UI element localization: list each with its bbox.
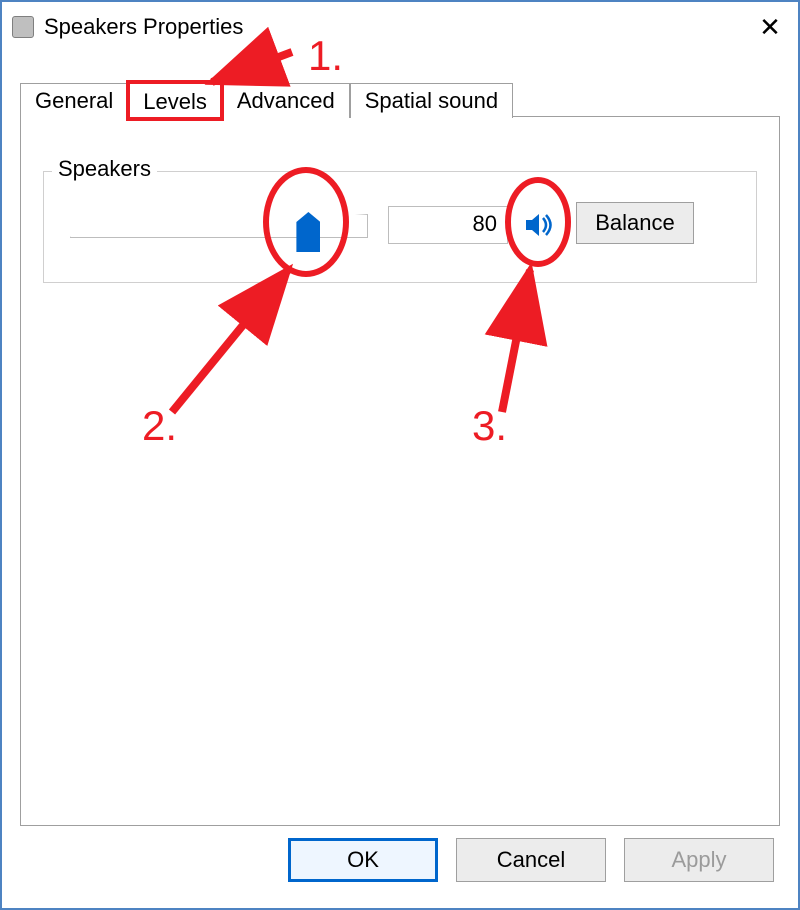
slider-track: [70, 214, 368, 238]
balance-button[interactable]: Balance: [576, 202, 694, 244]
tabstrip: General Levels Advanced Spatial sound: [20, 80, 513, 117]
close-icon: ✕: [759, 12, 781, 43]
volume-slider[interactable]: [70, 208, 368, 256]
dialog-button-row: OK Cancel Apply: [2, 838, 798, 894]
titlebar: Speakers Properties ✕: [2, 2, 798, 52]
window-title: Speakers Properties: [44, 14, 243, 40]
ok-button[interactable]: OK: [288, 838, 438, 882]
mute-toggle-button[interactable]: [522, 208, 556, 242]
volume-unmuted-icon: [524, 210, 554, 240]
close-button[interactable]: ✕: [750, 12, 790, 42]
cancel-button[interactable]: Cancel: [456, 838, 606, 882]
apply-button: Apply: [624, 838, 774, 882]
tab-panel: Speakers 80 Balance: [20, 116, 780, 826]
group-legend: Speakers: [52, 156, 157, 182]
speakers-properties-window: Speakers Properties ✕ General Levels Adv…: [0, 0, 800, 910]
tab-levels[interactable]: Levels: [128, 82, 222, 119]
speaker-icon: [12, 16, 34, 38]
tab-spatial-sound[interactable]: Spatial sound: [350, 83, 513, 118]
tab-general[interactable]: General: [20, 83, 128, 118]
tab-advanced[interactable]: Advanced: [222, 83, 350, 118]
volume-value-field[interactable]: 80: [388, 206, 508, 244]
speakers-group: Speakers 80 Balance: [43, 171, 757, 283]
